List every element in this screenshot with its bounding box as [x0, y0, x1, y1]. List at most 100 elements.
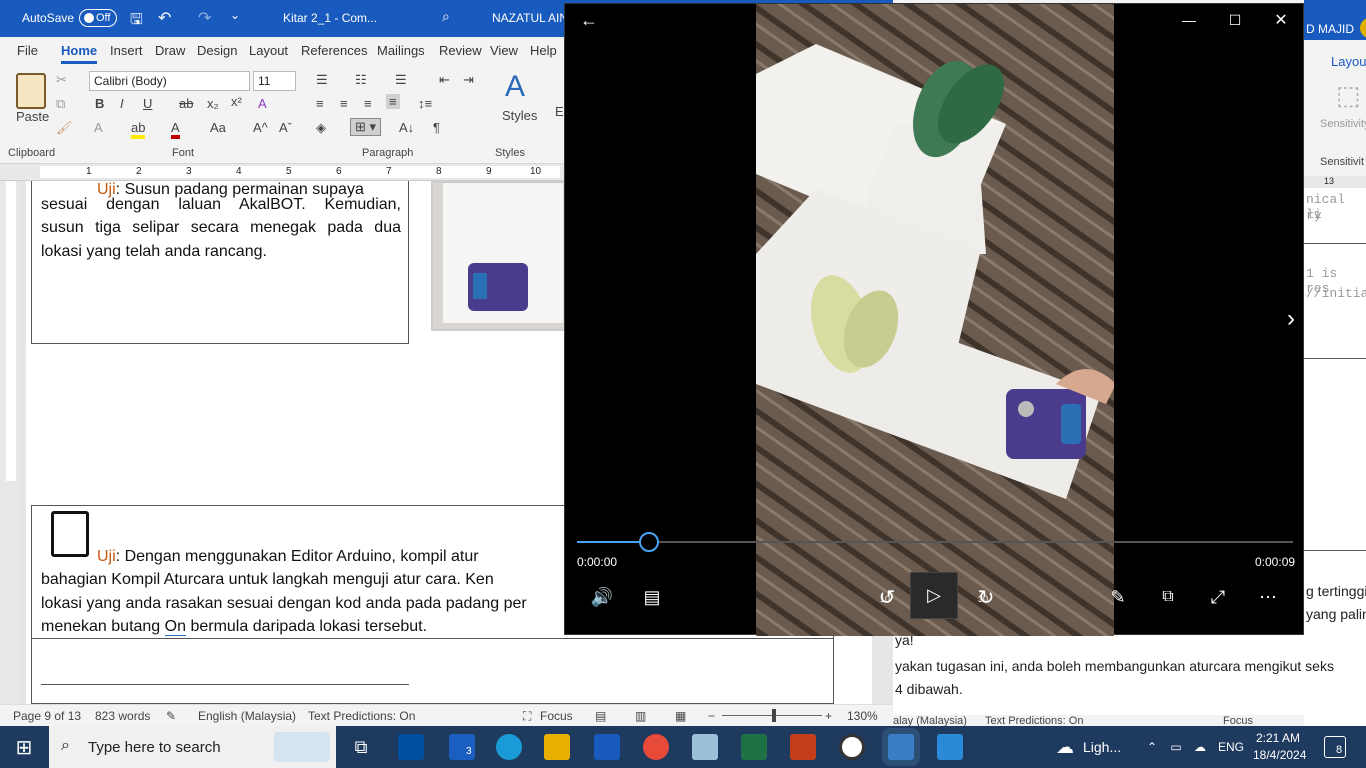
tab-design[interactable]: Design — [197, 43, 237, 58]
word-icon[interactable] — [594, 734, 620, 760]
user-name[interactable]: NAZATUL AIN — [492, 11, 568, 25]
task-view-icon[interactable]: ⧉ — [348, 734, 374, 760]
tab-references[interactable]: References — [301, 43, 367, 58]
edge-icon[interactable] — [496, 734, 522, 760]
format-painter-icon[interactable]: 🖌 — [56, 120, 73, 136]
chrome-icon[interactable] — [643, 734, 669, 760]
app-circle-icon[interactable] — [839, 734, 865, 760]
show-marks-icon[interactable]: ¶ — [433, 120, 440, 135]
excel-icon[interactable] — [741, 734, 767, 760]
volume-icon[interactable]: 🔊 — [589, 584, 615, 610]
back-arrow-icon[interactable]: ← — [577, 8, 601, 32]
justify-icon[interactable]: ≡ — [386, 94, 400, 109]
undo-icon[interactable]: ↶ — [158, 8, 171, 28]
shrink-font-icon[interactable]: Aˇ — [279, 120, 292, 135]
more-options-icon[interactable]: ⋯ — [1255, 584, 1281, 610]
save-icon[interactable]: 🖫 — [130, 9, 143, 34]
behind-user-name[interactable]: D MAJID — [1306, 22, 1354, 36]
onedrive-icon[interactable]: ☁ — [1191, 738, 1209, 756]
clock-time[interactable]: 2:21 AM — [1256, 731, 1300, 745]
network-icon[interactable]: ▭ — [1167, 738, 1185, 756]
print-layout-icon[interactable]: ▥ — [635, 709, 646, 723]
app-fs-icon[interactable] — [398, 734, 424, 760]
numbering-icon[interactable]: ☷ — [355, 72, 367, 88]
file-explorer-icon[interactable] — [544, 734, 570, 760]
autosave-toggle[interactable]: Off — [79, 9, 117, 27]
robot-image[interactable] — [431, 181, 571, 331]
sort-icon[interactable]: A↓ — [399, 120, 414, 135]
tab-file[interactable]: File — [17, 43, 38, 58]
zoom-out-icon[interactable]: − — [708, 709, 715, 723]
line-spacing-icon[interactable]: ↕≡ — [418, 96, 432, 111]
minimize-icon[interactable]: — — [1177, 8, 1201, 32]
tab-mailings[interactable]: Mailings — [377, 43, 425, 58]
text-effects-icon[interactable]: A — [94, 120, 103, 135]
redo-icon[interactable]: ↷ — [198, 8, 211, 28]
bullets-icon[interactable]: ☰ — [316, 72, 328, 88]
italic-button[interactable]: I — [120, 96, 124, 111]
align-right-icon[interactable]: ≡ — [364, 96, 372, 111]
cut-icon[interactable]: ✂ — [56, 72, 67, 88]
web-layout-icon[interactable]: ▦ — [675, 709, 686, 723]
font-name-select[interactable]: Calibri (Body) — [89, 71, 250, 91]
zoom-level[interactable]: 130% — [847, 709, 878, 723]
app-icon[interactable] — [692, 734, 718, 760]
multilevel-list-icon[interactable]: ☰ — [395, 72, 407, 88]
edit-pencil-icon[interactable]: ✎ — [1105, 584, 1131, 610]
paste-button[interactable]: Paste — [16, 109, 49, 124]
focus-icon[interactable]: ⛶ — [523, 709, 531, 724]
weather-text[interactable]: Ligh... — [1083, 739, 1121, 755]
tab-view[interactable]: View — [490, 43, 518, 58]
subtitles-icon[interactable]: ▤ — [639, 584, 665, 610]
read-mode-icon[interactable]: ▤ — [595, 709, 606, 723]
photos-icon[interactable] — [937, 734, 963, 760]
tab-insert[interactable]: Insert — [110, 43, 143, 58]
subscript-button[interactable]: x₂ — [207, 96, 219, 111]
zoom-in-icon[interactable]: + — [825, 709, 832, 723]
notifications-icon[interactable] — [1324, 736, 1346, 758]
close-icon[interactable]: ✕ — [1269, 8, 1293, 32]
tab-review[interactable]: Review — [439, 43, 482, 58]
font-size-select[interactable]: 11 — [253, 71, 296, 91]
mini-view-icon[interactable]: ⧉ — [1155, 584, 1181, 610]
chevron-right-icon[interactable]: › — [1281, 304, 1301, 334]
zoom-slider-thumb[interactable] — [772, 709, 776, 722]
language-indicator[interactable]: ENG — [1218, 740, 1244, 754]
sensitivity-icon[interactable]: ⬚ — [1336, 80, 1361, 111]
editing-button[interactable]: E — [555, 104, 564, 119]
document-title[interactable]: Kitar 2_1 - Com... — [283, 11, 377, 25]
search-icon[interactable]: ⌕ — [442, 8, 450, 25]
increase-indent-icon[interactable]: ⇥ — [463, 72, 474, 88]
focus-button[interactable]: Focus — [540, 709, 573, 723]
font-color-icon[interactable]: A — [171, 120, 180, 139]
strikethrough-button[interactable]: ab — [179, 96, 193, 111]
vertical-ruler[interactable] — [0, 181, 20, 704]
decrease-indent-icon[interactable]: ⇤ — [439, 72, 450, 88]
styles-button[interactable]: Styles — [502, 108, 537, 123]
clock-date[interactable]: 18/4/2024 — [1253, 748, 1306, 762]
fullscreen-icon[interactable]: ⤢ — [1205, 584, 1231, 610]
grow-font-icon[interactable]: A^ — [253, 120, 268, 135]
windows-start-icon[interactable]: ⊞ — [12, 735, 36, 759]
on-link[interactable]: On — [164, 618, 186, 636]
styles-icon[interactable]: A — [505, 70, 525, 104]
seek-thumb[interactable] — [638, 532, 659, 552]
highlight-icon[interactable]: ab — [131, 120, 146, 139]
text-predictions-status[interactable]: Text Predictions: On — [308, 709, 415, 723]
tab-layout[interactable]: Layout — [249, 43, 288, 58]
seek-bar[interactable] — [577, 541, 1293, 543]
media-player-icon[interactable] — [888, 734, 914, 760]
superscript-button[interactable]: x² — [231, 94, 242, 109]
taskbar-search[interactable]: ⌕ Type here to search — [49, 726, 336, 768]
proofing-icon[interactable]: ✎ — [166, 709, 176, 723]
paste-icon[interactable] — [16, 73, 46, 109]
bold-button[interactable]: B — [95, 96, 104, 111]
borders-icon[interactable]: ⊞ ▾ — [350, 118, 382, 136]
tab-home[interactable]: Home — [61, 43, 98, 64]
sensitivity-button[interactable]: Sensitivity — [1320, 118, 1366, 130]
align-center-icon[interactable]: ≡ — [340, 96, 348, 111]
language-status[interactable]: English (Malaysia) — [198, 709, 296, 723]
shading-icon[interactable]: ◈ — [316, 120, 326, 136]
copy-icon[interactable]: ⧉ — [56, 96, 65, 112]
behind-tab-layout[interactable]: Layout — [1331, 54, 1366, 69]
